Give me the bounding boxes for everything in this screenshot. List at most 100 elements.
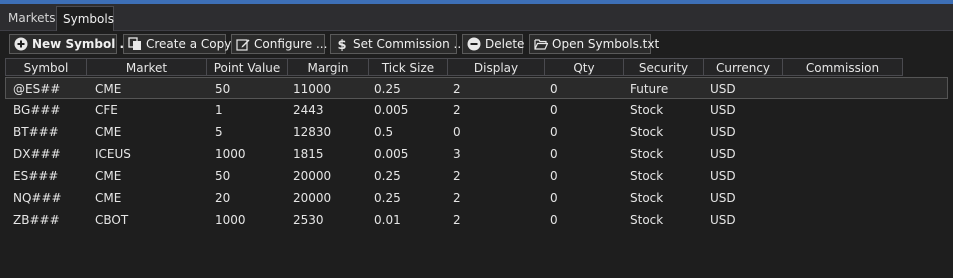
tab-symbols[interactable]: Symbols	[56, 6, 114, 31]
open-symbols-file-button[interactable]: Open Symbols.txt	[529, 34, 659, 54]
table-cell: CME	[95, 82, 122, 96]
folder-open-icon	[534, 39, 548, 50]
table-cell: CME	[95, 191, 122, 205]
table-cell: ZB###	[13, 213, 60, 227]
table-cell: 0	[550, 213, 558, 227]
table-cell: 50	[215, 82, 231, 96]
table-row[interactable]: DX### ICEUS 1000 1815 0.005 3 0 Stock USD	[5, 143, 948, 165]
table-cell: USD	[710, 191, 736, 205]
configure-label: Configure ...	[254, 37, 328, 51]
table-cell: 0	[550, 103, 558, 117]
table-cell: 2530	[293, 213, 324, 227]
column-header-currency[interactable]: Currency	[703, 58, 783, 76]
table-cell: 1000	[215, 147, 246, 161]
configure-button[interactable]: Configure ...	[231, 34, 328, 54]
table-cell: NQ###	[13, 191, 62, 205]
table-cell: 5	[215, 125, 223, 139]
table-cell: 11000	[293, 82, 332, 96]
table-cell: 0.25	[374, 191, 401, 205]
table-row[interactable]: @ES## CME 50 11000 0.25 2 0 Future USD	[5, 77, 948, 99]
table-cell: Stock	[630, 213, 664, 227]
table-cell: 2	[453, 103, 461, 117]
table-cell: USD	[710, 103, 736, 117]
table-cell: 0.5	[374, 125, 394, 139]
column-header-display-decimals[interactable]: Display Decimals	[447, 58, 545, 93]
toolbar: New Symbol ... Create a Copy Configure .…	[0, 31, 953, 57]
table-cell: CBOT	[95, 213, 129, 227]
table-cell: 1	[215, 103, 223, 117]
symbols-grid: Symbol Market Point Value Margin Tick Si…	[0, 58, 953, 278]
table-row[interactable]: ZB### CBOT 1000 2530 0.01 2 0 Stock USD	[5, 209, 948, 231]
table-cell: ES###	[13, 169, 59, 183]
table-cell: 20000	[293, 169, 332, 183]
table-cell: 0.005	[374, 103, 409, 117]
table-cell: Stock	[630, 103, 664, 117]
table-cell: 0	[550, 147, 558, 161]
table-cell: BG###	[13, 103, 61, 117]
column-header-commission[interactable]: Commission	[782, 58, 903, 76]
table-cell: Stock	[630, 125, 664, 139]
table-cell: CFE	[95, 103, 118, 117]
dollar-icon: $	[337, 38, 346, 51]
table-cell: 0	[550, 191, 558, 205]
table-row[interactable]: ES### CME 50 20000 0.25 2 0 Stock USD	[5, 165, 948, 187]
delete-button[interactable]: Delete	[462, 34, 525, 54]
table-cell: 0	[453, 125, 461, 139]
set-commission-button[interactable]: $ Set Commission ...	[330, 34, 465, 54]
edit-icon	[236, 39, 250, 51]
open-symbols-file-label: Open Symbols.txt	[552, 37, 660, 51]
new-symbol-button[interactable]: New Symbol ...	[9, 34, 133, 54]
table-cell: 2	[453, 169, 461, 183]
table-cell: Stock	[630, 147, 664, 161]
plus-circle-icon	[14, 37, 28, 51]
table-cell: 2	[453, 191, 461, 205]
table-cell: 2	[453, 213, 461, 227]
tab-markets[interactable]: Markets	[2, 6, 56, 30]
column-header-margin[interactable]: Margin	[287, 58, 369, 76]
table-cell: USD	[710, 213, 736, 227]
table-cell: ICEUS	[95, 147, 131, 161]
column-header-security-type[interactable]: Security Type	[623, 58, 704, 93]
table-cell: Stock	[630, 169, 664, 183]
table-cell: 12830	[293, 125, 332, 139]
table-cell: CME	[95, 125, 122, 139]
table-cell: DX###	[13, 147, 61, 161]
copy-icon	[128, 37, 141, 50]
table-cell: 0.005	[374, 147, 409, 161]
column-header-tick-size[interactable]: Tick Size	[368, 58, 448, 76]
column-header-qty-decimals[interactable]: Qty Decimals	[544, 58, 624, 93]
table-cell: 50	[215, 169, 231, 183]
delete-label: Delete	[485, 37, 525, 51]
table-cell: 0.25	[374, 82, 401, 96]
table-cell: USD	[710, 147, 736, 161]
svg-text:$: $	[337, 38, 346, 51]
table-cell: @ES##	[13, 82, 61, 96]
table-row[interactable]: BT### CME 5 12830 0.5 0 0 Stock USD	[5, 121, 948, 143]
table-cell: 0.25	[374, 169, 401, 183]
create-copy-label: Create a Copy	[146, 37, 232, 51]
table-row[interactable]: NQ### CME 20 20000 0.25 2 0 Stock USD	[5, 187, 948, 209]
table-cell: 0.01	[374, 213, 401, 227]
tab-strip: Markets Symbols	[0, 4, 953, 31]
table-cell: Stock	[630, 191, 664, 205]
table-cell: 0	[550, 82, 558, 96]
column-header-market[interactable]: Market	[86, 58, 207, 76]
column-header-symbol[interactable]: Symbol	[5, 58, 87, 76]
new-symbol-label: New Symbol ...	[32, 37, 134, 51]
minus-circle-icon	[467, 37, 481, 51]
table-cell: USD	[710, 169, 736, 183]
table-row[interactable]: BG### CFE 1 2443 0.005 2 0 Stock USD	[5, 99, 948, 121]
table-cell: 20	[215, 191, 231, 205]
create-copy-button[interactable]: Create a Copy	[123, 34, 231, 54]
table-cell: 0	[550, 125, 558, 139]
column-header-point-value[interactable]: Point Value	[206, 58, 288, 76]
table-cell: USD	[710, 125, 736, 139]
table-cell: CME	[95, 169, 122, 183]
table-cell: 20000	[293, 191, 332, 205]
table-cell: 2443	[293, 103, 324, 117]
table-cell: USD	[710, 82, 736, 96]
table-cell: Future	[630, 82, 669, 96]
table-cell: BT###	[13, 125, 59, 139]
table-cell: 2	[453, 82, 461, 96]
table-cell: 1000	[215, 213, 246, 227]
